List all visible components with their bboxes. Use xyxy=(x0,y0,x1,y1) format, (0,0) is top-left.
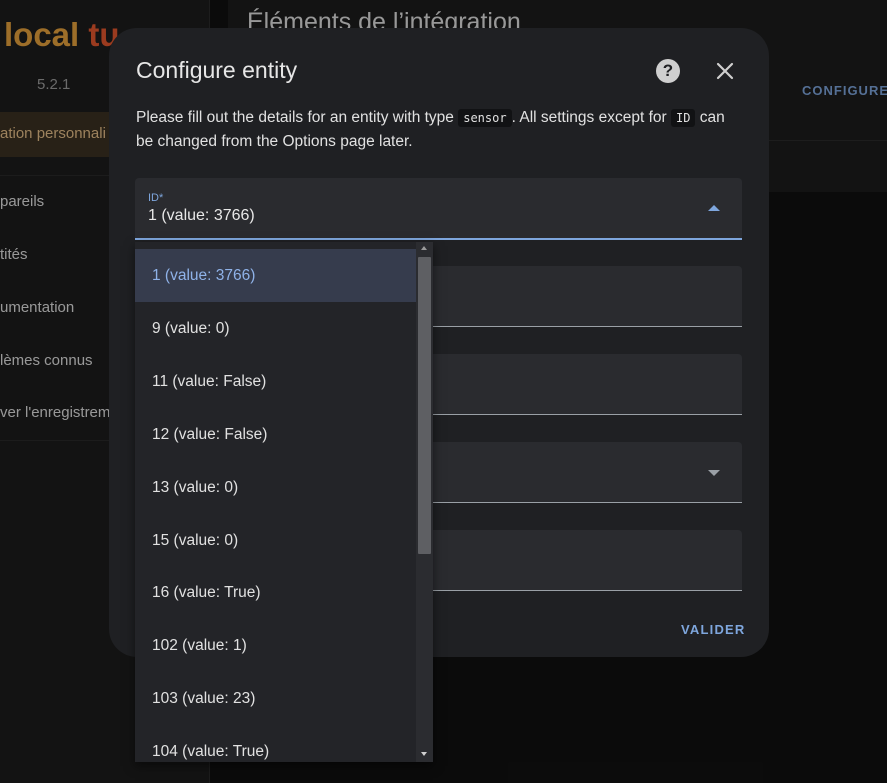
dialog-title: Configure entity xyxy=(136,57,298,83)
list-item[interactable]: 12 (value: False) xyxy=(135,408,416,461)
scrollbar-thumb[interactable] xyxy=(418,257,431,554)
id-code: ID xyxy=(670,109,696,127)
list-item[interactable]: 16 (value: True) xyxy=(135,566,416,619)
dialog-description: Please fill out the details for an entit… xyxy=(136,106,746,153)
close-icon[interactable] xyxy=(713,59,737,83)
list-item[interactable]: 11 (value: False) xyxy=(135,355,416,408)
list-item[interactable]: 104 (value: True) xyxy=(135,725,416,762)
list-item[interactable]: 13 (value: 0) xyxy=(135,461,416,514)
id-dropdown-list[interactable]: 1 (value: 3766) 9 (value: 0) 11 (value: … xyxy=(135,242,433,762)
id-select[interactable]: ID* 1 (value: 3766) xyxy=(135,178,742,240)
entity-type-code: sensor xyxy=(458,109,512,127)
submit-button[interactable]: VALIDER xyxy=(681,622,746,637)
caret-down-icon xyxy=(708,470,720,476)
list-item[interactable]: 102 (value: 1) xyxy=(135,619,416,672)
scroll-down-icon[interactable] xyxy=(421,752,427,756)
desc-text: Please fill out the details for an entit… xyxy=(136,109,459,126)
list-item[interactable]: 15 (value: 0) xyxy=(135,514,416,567)
id-select-value: 1 (value: 3766) xyxy=(148,207,255,224)
list-item[interactable]: 1 (value: 3766) xyxy=(135,249,416,302)
scroll-up-icon[interactable] xyxy=(421,246,427,250)
caret-up-icon xyxy=(708,205,720,211)
id-select-label: ID* xyxy=(148,192,164,204)
list-item[interactable]: 103 (value: 23) xyxy=(135,672,416,725)
help-icon[interactable]: ? xyxy=(656,59,680,83)
desc-text: . All settings except for xyxy=(511,109,671,126)
list-item[interactable]: 9 (value: 0) xyxy=(135,302,416,355)
